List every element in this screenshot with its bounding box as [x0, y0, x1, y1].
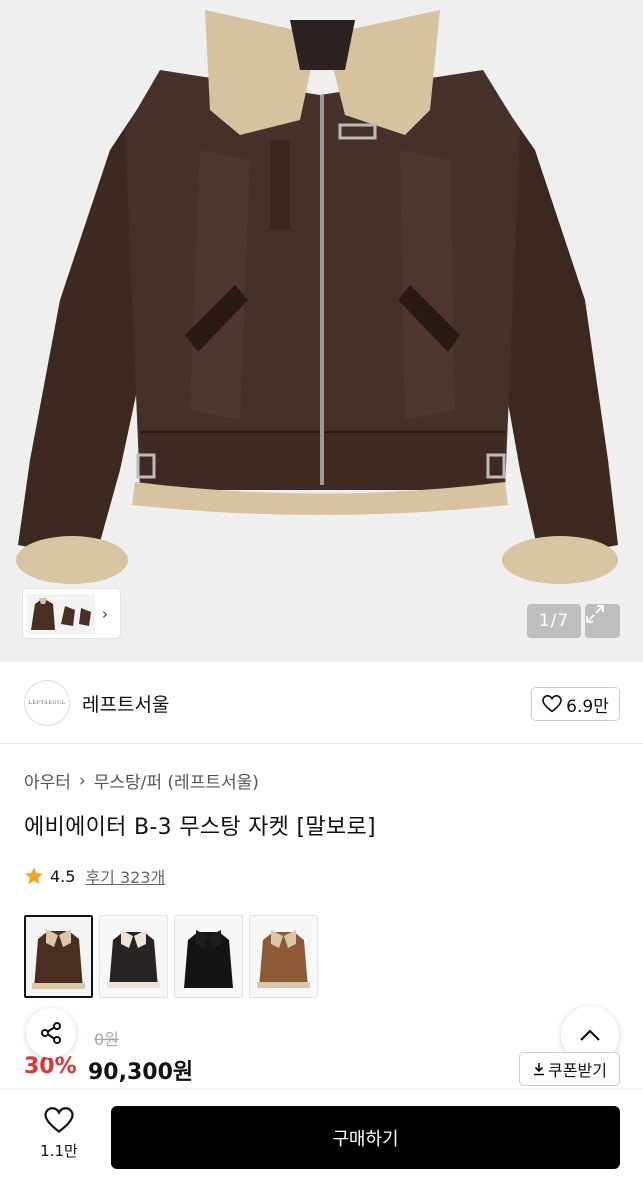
breadcrumb: 아우터 › 무스탕/퍼 (레프트서울) — [24, 768, 259, 794]
chevron-up-icon — [580, 1029, 600, 1041]
reviews-link[interactable]: 후기 323개 — [85, 864, 165, 888]
product-main-image — [0, 0, 643, 662]
heart-icon — [44, 1107, 74, 1133]
final-price: 90,300원 — [88, 1060, 194, 1085]
breadcrumb-category[interactable]: 아우터 — [24, 768, 71, 793]
original-price: 0원 — [94, 1030, 119, 1049]
color-swatch-black-shearling[interactable] — [99, 915, 168, 998]
color-swatch-black[interactable] — [174, 915, 243, 998]
wishlist-count: 1.1만 — [40, 1142, 78, 1160]
bottom-action-bar: 1.1만 구매하기 — [0, 1088, 643, 1200]
product-image-gallery[interactable]: › 1/7 — [0, 0, 643, 662]
chevron-right-icon: › — [102, 604, 108, 623]
coupon-label: 쿠폰받기 — [548, 1061, 607, 1080]
thumbnail-preview[interactable] — [27, 593, 95, 634]
brand-row: LEFTSEOUL 레프트서울 6.9만 — [0, 662, 643, 744]
breadcrumb-subcategory[interactable]: 무스탕/퍼 (레프트서울) — [94, 768, 259, 793]
share-icon — [41, 1022, 61, 1044]
color-swatch-camel[interactable] — [249, 915, 318, 998]
chevron-right-icon: › — [78, 770, 86, 791]
expand-button[interactable] — [585, 604, 620, 638]
product-title: 에비에이터 B-3 무스탕 자켓 [말보로] — [24, 815, 376, 840]
wishlist-button[interactable]: 1.1만 — [34, 1107, 84, 1161]
color-swatch-brown[interactable] — [24, 915, 93, 998]
expand-icon — [586, 605, 604, 623]
coupon-button[interactable]: 쿠폰받기 — [519, 1052, 620, 1086]
image-counter: 1/7 — [527, 604, 581, 638]
download-icon — [534, 1063, 545, 1076]
buy-button[interactable]: 구매하기 — [111, 1106, 620, 1169]
color-swatches — [24, 915, 318, 998]
brand-like-count: 6.9만 — [566, 696, 609, 717]
brand-logo[interactable]: LEFTSEOUL — [24, 680, 70, 726]
heart-icon — [542, 695, 562, 713]
rating-score: 4.5 — [50, 866, 76, 886]
thumbnail-strip[interactable]: › — [23, 589, 120, 638]
brand-like-button[interactable]: 6.9만 — [531, 687, 620, 721]
star-icon — [25, 867, 43, 884]
brand-name[interactable]: 레프트서울 — [82, 690, 169, 717]
rating-row: 4.5 후기 323개 — [24, 864, 165, 888]
share-button[interactable] — [26, 1008, 76, 1058]
